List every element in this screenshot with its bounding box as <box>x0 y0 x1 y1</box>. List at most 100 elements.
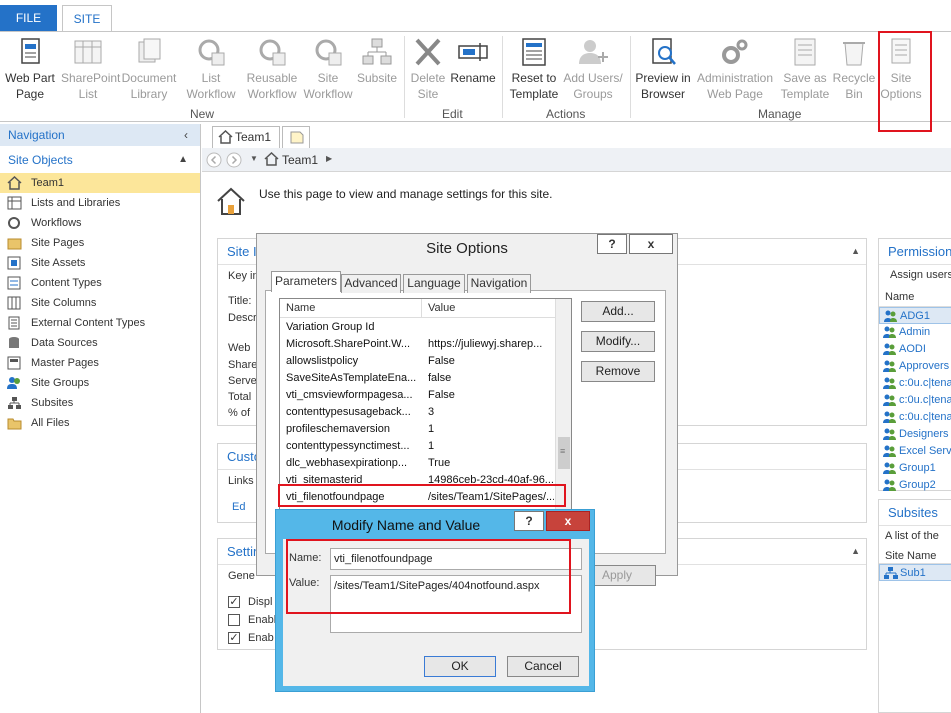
sharepoint-list-button[interactable]: SharePoint List <box>58 36 120 102</box>
panel-subtitle: Links <box>228 475 254 487</box>
delete-site-button[interactable]: Delete Site <box>406 36 450 102</box>
column-header: Site Name <box>879 546 951 564</box>
preview-in-browser-button[interactable]: Preview in Browser <box>632 36 694 102</box>
list-item[interactable]: Admin <box>879 324 951 341</box>
list-item[interactable]: Excel Servi <box>879 443 951 460</box>
list-item[interactable]: Approvers <box>879 358 951 375</box>
list-item[interactable]: contenttypessynctimest... 1 <box>280 438 555 455</box>
nav-item-master-pages[interactable]: Master Pages <box>0 353 200 373</box>
parameter-name: allowslistpolicy <box>286 355 359 367</box>
close-button[interactable]: x <box>546 511 590 531</box>
users-icon <box>884 310 898 323</box>
back-icon[interactable] <box>206 152 222 171</box>
nav-item-lists-and-libraries[interactable]: Lists and Libraries <box>0 193 200 213</box>
server-label: Serve <box>228 375 257 387</box>
reusable-workflow-button[interactable]: Reusable Workflow <box>242 36 302 102</box>
web-part-page-button[interactable]: Web Part Page <box>2 36 58 102</box>
tab-parameters[interactable]: Parameters <box>271 271 341 292</box>
nav-item-site-columns[interactable]: Site Columns <box>0 293 200 313</box>
cancel-button[interactable]: Cancel <box>507 656 579 677</box>
rename-button[interactable]: Rename <box>450 36 496 86</box>
folder-icon <box>7 416 22 430</box>
edit-link[interactable]: Ed <box>232 501 245 513</box>
list-item[interactable]: c:0u.c|tena <box>879 392 951 409</box>
list-item[interactable]: AODI <box>879 341 951 358</box>
nav-item-workflows[interactable]: Workflows <box>0 213 200 233</box>
reset-to-template-button[interactable]: Reset to Template <box>504 36 564 102</box>
administration-web-page-button[interactable]: Administration Web Page <box>694 36 776 102</box>
site-workflow-button[interactable]: Site Workflow <box>300 36 356 102</box>
nav-item-all-files[interactable]: All Files <box>0 413 200 433</box>
tab-file[interactable]: FILE <box>0 5 57 32</box>
document-library-button[interactable]: Document Library <box>118 36 180 102</box>
help-button[interactable]: ? <box>514 511 544 531</box>
list-item[interactable]: Microsoft.SharePoint.W... https://juliewy… <box>280 336 555 353</box>
document-tab-team1[interactable]: Team1 <box>212 126 280 148</box>
add-users-groups-button[interactable]: Add Users/ Groups <box>562 36 624 102</box>
rename-icon <box>456 36 490 68</box>
list-item[interactable]: Variation Group Id <box>280 319 555 336</box>
columns-icon <box>7 296 22 310</box>
navigation-header[interactable]: Navigation ‹ <box>0 124 200 146</box>
nav-item-site-assets[interactable]: Site Assets <box>0 253 200 273</box>
list-item[interactable]: Designers <box>879 426 951 443</box>
save-as-template-button[interactable]: Save as Template <box>778 36 832 102</box>
list-item[interactable]: dlc_webhasexpirationp... True <box>280 455 555 472</box>
nav-item-data-sources[interactable]: Data Sources <box>0 333 200 353</box>
subsite-icon <box>7 396 22 410</box>
recycle-bin-button[interactable]: Recycle Bin <box>832 36 876 102</box>
display-checkbox[interactable]: ✓ <box>228 596 240 608</box>
breadcrumb-chevron-icon[interactable]: ▶ <box>326 154 332 163</box>
list-item[interactable]: c:0u.c|tena <box>879 375 951 392</box>
dropdown-icon[interactable]: ▼ <box>250 154 258 163</box>
tab-language[interactable]: Language <box>403 274 465 293</box>
percent-label: % of <box>228 407 251 419</box>
list-item[interactable]: ADG1 <box>879 307 951 324</box>
parameter-value: False <box>428 355 455 367</box>
column-name-header[interactable]: Name <box>286 302 315 314</box>
title-label: Title: <box>228 295 252 307</box>
nav-item-site-pages[interactable]: Site Pages <box>0 233 200 253</box>
list-item[interactable]: contenttypesusageback... 3 <box>280 404 555 421</box>
subsite-row[interactable]: Sub1 <box>879 564 951 581</box>
description-label: Descr <box>228 312 257 324</box>
list-item[interactable]: c:0u.c|tena <box>879 409 951 426</box>
site-objects-header[interactable]: Site Objects ▲ <box>0 149 200 171</box>
list-item[interactable]: allowslistpolicy False <box>280 353 555 370</box>
enable-checkbox-2[interactable]: ✓ <box>228 632 240 644</box>
forward-icon[interactable] <box>226 152 242 171</box>
list-item[interactable]: Group2 <box>879 477 951 494</box>
ok-button[interactable]: OK <box>424 656 496 677</box>
nav-item-team1[interactable]: Team1 <box>0 173 200 193</box>
nav-item-site-groups[interactable]: Site Groups <box>0 373 200 393</box>
close-button[interactable]: x <box>629 234 673 254</box>
add-button[interactable]: Add... <box>581 301 655 322</box>
tab-site[interactable]: SITE <box>62 5 112 32</box>
chevron-up-icon[interactable]: ▲ <box>851 246 860 256</box>
parameter-name: SaveSiteAsTemplateEna... <box>286 372 417 384</box>
chevron-up-icon[interactable]: ▲ <box>178 149 188 171</box>
list-item[interactable]: vti_cmsviewformpagesa... False <box>280 387 555 404</box>
list-item[interactable]: SaveSiteAsTemplateEna... false <box>280 370 555 387</box>
remove-button[interactable]: Remove <box>581 361 655 382</box>
new-tab-button[interactable] <box>282 126 310 148</box>
enable-checkbox[interactable] <box>228 614 240 626</box>
highlight-filenotfound-row <box>278 484 566 507</box>
column-value-header[interactable]: Value <box>428 302 455 314</box>
collapse-left-icon[interactable]: ‹ <box>184 124 188 146</box>
list-item[interactable]: profileschemaversion 1 <box>280 421 555 438</box>
nav-item-content-types[interactable]: Content Types <box>0 273 200 293</box>
help-button[interactable]: ? <box>597 234 627 254</box>
list-workflow-button[interactable]: List Workflow <box>180 36 242 102</box>
parameter-value: 1 <box>428 440 435 452</box>
breadcrumb[interactable]: Team1 <box>282 153 318 167</box>
tab-navigation[interactable]: Navigation <box>467 274 531 293</box>
list-item[interactable]: Group1 <box>879 460 951 477</box>
nav-item-external-content-types[interactable]: External Content Types <box>0 313 200 333</box>
list-header: Name Value <box>280 299 555 318</box>
modify-button[interactable]: Modify... <box>581 331 655 352</box>
nav-item-subsites[interactable]: Subsites <box>0 393 200 413</box>
subsite-button[interactable]: Subsite <box>354 36 400 86</box>
tab-advanced[interactable]: Advanced <box>341 274 401 293</box>
chevron-up-icon[interactable]: ▲ <box>851 546 860 556</box>
